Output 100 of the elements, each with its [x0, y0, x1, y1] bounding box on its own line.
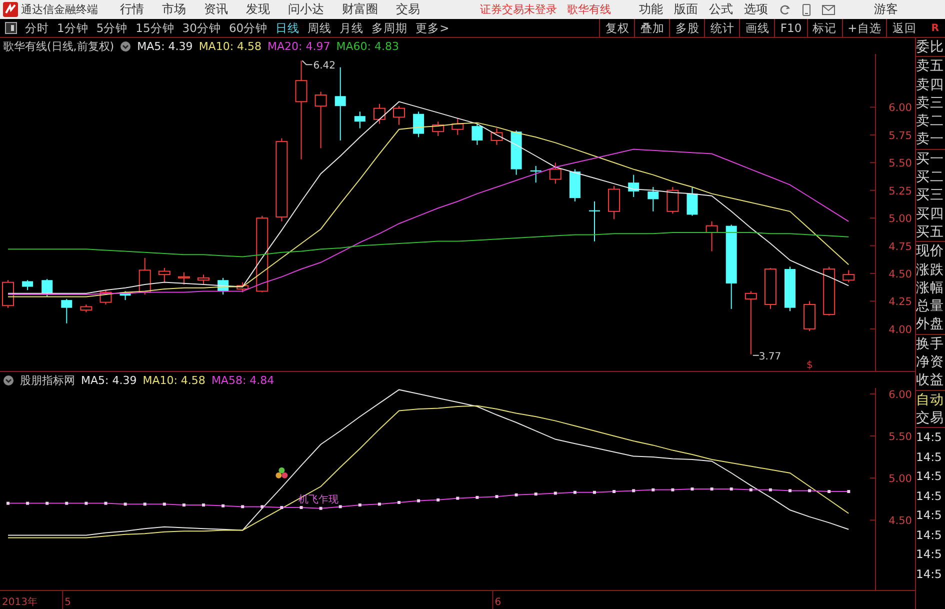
- trade-tab[interactable]: 自动: [916, 390, 945, 409]
- candlestick: [510, 130, 522, 176]
- candlestick: [686, 186, 698, 216]
- quote-field-label: 收益: [916, 371, 945, 390]
- data-point: [436, 498, 440, 502]
- data-point: [84, 502, 88, 505]
- quote-field-label: 换手: [916, 334, 945, 354]
- trade-time: 14:5: [916, 468, 943, 486]
- toolbar-button[interactable]: 返回: [886, 19, 922, 37]
- toolbar-button[interactable]: F10: [774, 19, 807, 37]
- menu-item[interactable]: 资讯: [204, 1, 228, 18]
- period-tab[interactable]: 15分钟: [136, 20, 174, 36]
- price-axis-label: 4.00: [888, 324, 912, 336]
- toolbar-button[interactable]: 叠加: [634, 19, 670, 37]
- data-point: [612, 490, 616, 494]
- candlestick: [393, 106, 405, 126]
- data-point: [300, 506, 303, 510]
- toolbar-button[interactable]: 复权: [599, 19, 634, 37]
- legend-label: MA5: 4.39: [137, 40, 193, 52]
- leader-line: [302, 60, 313, 66]
- menu-item[interactable]: 财富圈: [342, 1, 378, 18]
- period-tab[interactable]: 60分钟: [228, 20, 268, 36]
- period-tab[interactable]: 30分钟: [182, 20, 221, 36]
- chevron-down-icon[interactable]: [3, 374, 14, 386]
- period-tab[interactable]: 周线: [308, 20, 332, 36]
- menu-item[interactable]: 市场: [162, 1, 186, 18]
- data-point: [143, 502, 146, 506]
- period-tab[interactable]: 5分钟: [96, 20, 128, 36]
- price-axis-label: 5.00: [888, 473, 912, 486]
- candlestick: [236, 282, 249, 293]
- quote-field-label: 卖三: [916, 94, 945, 112]
- menu-item[interactable]: 版面: [674, 1, 698, 18]
- menu-item[interactable]: 功能: [639, 1, 663, 18]
- refresh-icon[interactable]: [779, 4, 791, 16]
- chevron-down-icon[interactable]: [120, 40, 132, 52]
- leader-line: [752, 354, 760, 356]
- data-point: [46, 502, 49, 505]
- period-tab[interactable]: 日线: [276, 20, 300, 36]
- candlestick: [413, 111, 424, 138]
- status-notice: 证券交易未登录: [480, 2, 557, 17]
- period-tab[interactable]: 更多>: [416, 20, 450, 36]
- trade-time: 14:5: [916, 429, 943, 446]
- price-axis-label: 4.25: [888, 296, 912, 308]
- corner-mark: R: [930, 22, 940, 34]
- quote-field-label: 涨幅: [916, 278, 945, 298]
- candlestick: [2, 280, 14, 308]
- candlestick: [61, 298, 72, 324]
- period-tab[interactable]: 分时: [25, 20, 49, 36]
- candlestick: [569, 168, 580, 202]
- period-tab[interactable]: 多周期: [372, 20, 408, 36]
- menu-item[interactable]: 行情: [120, 1, 144, 18]
- status-notice: 歌华有线: [567, 2, 611, 17]
- user-label[interactable]: 游客: [874, 1, 898, 18]
- event-marker[interactable]: $: [806, 360, 813, 371]
- candlestick: [314, 91, 327, 149]
- data-point: [749, 488, 752, 492]
- toolbar-button[interactable]: 标记: [806, 19, 842, 37]
- data-point: [788, 489, 792, 492]
- data-point: [124, 502, 127, 506]
- candlestick: [178, 272, 190, 286]
- data-point: [378, 502, 381, 506]
- quote-field-label: 涨跌: [916, 260, 945, 279]
- price-axis-label: 5.75: [888, 130, 912, 142]
- data-point: [338, 505, 342, 508]
- legend-label: MA10: 4.58: [198, 40, 262, 52]
- data-point: [104, 502, 108, 505]
- data-point: [476, 496, 479, 499]
- menu-item[interactable]: 发现: [246, 1, 270, 18]
- menu-item[interactable]: 交易: [396, 1, 420, 18]
- candlestick: [823, 266, 836, 316]
- panel-toggle-icon[interactable]: [5, 22, 17, 34]
- quote-field-label: 卖四: [916, 76, 945, 94]
- trade-tab[interactable]: 交易: [916, 408, 945, 428]
- menu-item[interactable]: 公式: [709, 1, 733, 18]
- period-tab[interactable]: 月线: [340, 20, 364, 36]
- menu-item[interactable]: 问小达: [288, 1, 324, 18]
- quote-field-label: 卖一: [916, 130, 945, 149]
- data-point: [65, 502, 68, 505]
- menu-item[interactable]: 选项: [744, 1, 768, 18]
- data-point: [495, 495, 498, 498]
- toolbar-button[interactable]: +自选: [842, 19, 886, 37]
- mail-icon[interactable]: [822, 4, 835, 14]
- toolbar-button[interactable]: 画线: [739, 19, 774, 37]
- candlestick: [198, 274, 210, 286]
- period-tab[interactable]: 1分钟: [57, 20, 88, 36]
- quote-field-label: 卖五: [916, 57, 945, 76]
- data-point: [632, 489, 636, 492]
- phone-icon[interactable]: [802, 4, 811, 16]
- trade-time: 14:5: [916, 448, 943, 466]
- toolbar-button[interactable]: 多股: [669, 19, 704, 37]
- candlestick: [22, 280, 34, 291]
- data-point: [730, 488, 733, 490]
- quote-field-label: 买一: [916, 150, 945, 168]
- legend-label: MA5: 4.39: [81, 374, 137, 386]
- quote-field-label: 买三: [916, 186, 945, 205]
- data-point: [828, 490, 831, 494]
- candlestick: [804, 300, 816, 332]
- data-point: [26, 502, 30, 505]
- toolbar-button[interactable]: 统计: [704, 19, 740, 37]
- data-point: [573, 490, 576, 494]
